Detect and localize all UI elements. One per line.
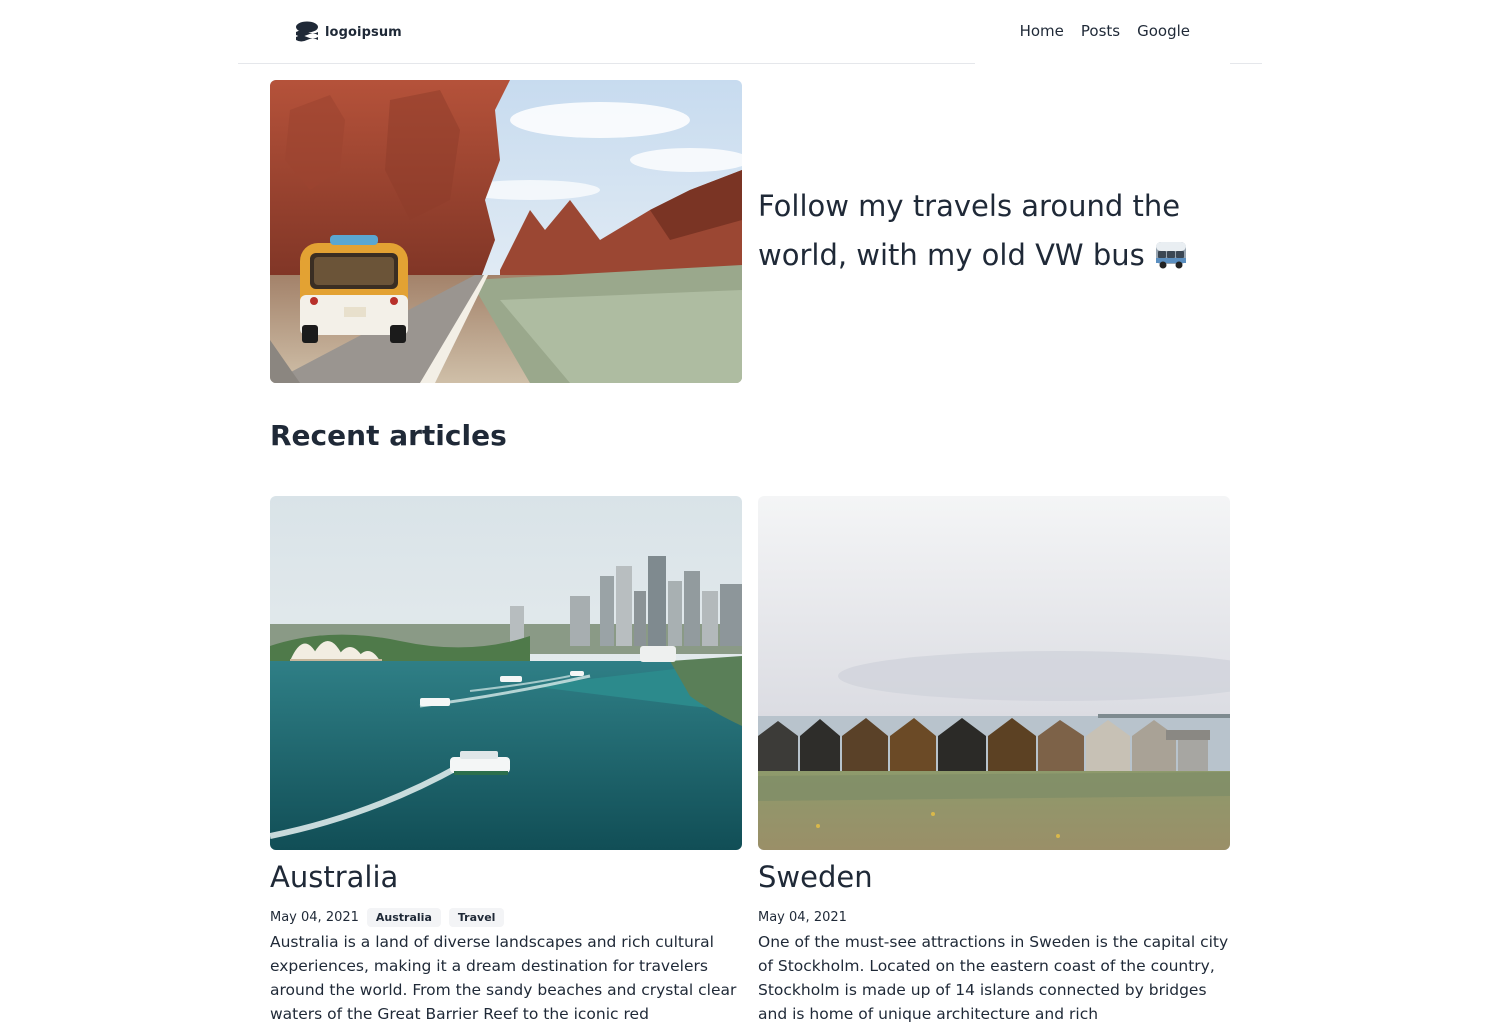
article-meta: May 04, 2021 Australia Travel <box>270 906 742 928</box>
article-card-australia[interactable]: Australia May 04, 2021 Australia Travel … <box>270 496 742 1026</box>
stacked-waves-logo-icon <box>296 21 318 42</box>
tag-travel[interactable]: Travel <box>448 907 505 927</box>
hero-image <box>270 80 742 383</box>
desert-road-vw-bus-photo <box>270 80 742 383</box>
article-excerpt: Australia is a land of diverse landscape… <box>270 933 737 1023</box>
article-title[interactable]: Australia <box>270 856 742 898</box>
article-date: May 04, 2021 <box>758 909 847 925</box>
minibus-icon <box>1155 242 1186 269</box>
article-image[interactable] <box>270 496 742 850</box>
logo-link[interactable]: logoipsum <box>295 21 402 43</box>
main-nav: Home Posts Google <box>1020 22 1190 40</box>
article-image[interactable] <box>758 496 1230 850</box>
sydney-harbour-photo <box>270 496 742 850</box>
header-divider-right <box>1230 63 1262 64</box>
article-title[interactable]: Sweden <box>758 856 1230 898</box>
article-date: May 04, 2021 <box>270 909 359 925</box>
hero-tagline: Follow my travels around the world, with… <box>758 182 1230 280</box>
nav-posts-link[interactable]: Posts <box>1081 22 1120 40</box>
article-card-sweden[interactable]: Sweden May 04, 2021 One of the must-see … <box>758 496 1230 1026</box>
tag-australia[interactable]: Australia <box>366 907 441 927</box>
nav-home-link[interactable]: Home <box>1020 22 1064 40</box>
nav-google-link[interactable]: Google <box>1137 22 1190 40</box>
article-meta: May 04, 2021 <box>758 906 1230 928</box>
logo-text: logoipsum <box>325 24 402 40</box>
hero-tagline-text: Follow my travels around the world, with… <box>758 189 1181 272</box>
swedish-boathouses-photo <box>758 496 1230 850</box>
site-header: logoipsum Home Posts Google <box>238 0 1262 64</box>
recent-articles-title: Recent articles <box>270 419 507 452</box>
header-divider <box>238 63 975 64</box>
article-excerpt: One of the must-see attractions in Swede… <box>758 933 1229 1023</box>
